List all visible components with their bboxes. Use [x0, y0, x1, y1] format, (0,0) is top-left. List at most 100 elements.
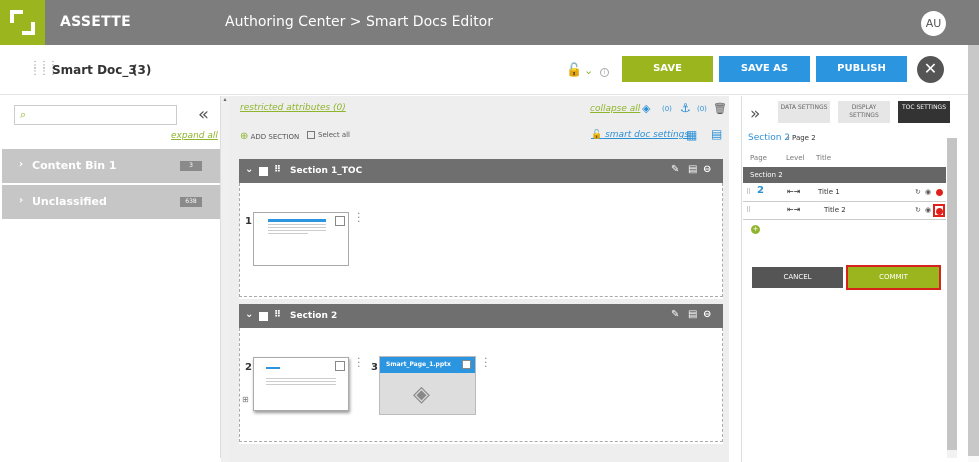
- more-icon[interactable]: · · ·: [357, 353, 361, 372]
- search-input[interactable]: ⌕: [14, 105, 177, 125]
- refresh-icon[interactable]: ↻: [915, 188, 921, 196]
- edit-icon[interactable]: ✎: [671, 309, 679, 320]
- preview-icon[interactable]: ▦: [686, 128, 697, 142]
- grip-icon: ⋮⋮⋮⋮⋮⋮: [30, 61, 58, 77]
- breadcrumb: Authoring Center > Smart Docs Editor: [225, 14, 494, 30]
- tab-display-settings[interactable]: DISPLAY SETTINGS: [838, 101, 890, 123]
- bin-content-bin-1[interactable]: › Content Bin 1 3: [2, 149, 220, 183]
- add-row-icon[interactable]: +: [751, 225, 760, 234]
- document-icon[interactable]: ▤: [688, 164, 697, 175]
- remove-icon[interactable]: [936, 189, 943, 196]
- section-checkbox[interactable]: [259, 167, 268, 176]
- tab-toc-settings[interactable]: TOC SETTINGS: [898, 101, 950, 123]
- toc-row[interactable]: ⠿ 2 ⇤⇥ Title 1 ↻ ◉: [743, 184, 946, 202]
- drag-handle-icon[interactable]: ⠿: [274, 165, 281, 175]
- info-icon[interactable]: i: [600, 68, 609, 77]
- visibility-icon[interactable]: ◈: [642, 102, 650, 115]
- chevron-down-icon[interactable]: ⌄: [584, 64, 593, 77]
- toc-title[interactable]: Title 2: [824, 206, 846, 214]
- more-icon[interactable]: · · ·: [357, 208, 361, 227]
- remove-icon[interactable]: ⊖: [703, 309, 711, 320]
- close-button[interactable]: ✕: [917, 56, 944, 83]
- more-icon[interactable]: · · ·: [484, 353, 488, 372]
- bin-count-badge: 3: [180, 161, 202, 171]
- breadcrumb-current: › Page 2: [787, 134, 816, 142]
- section-title: Section 1_TOC: [290, 166, 363, 176]
- toc-row[interactable]: ⠿ ⇤⇥ Title 2 ↻ ◉: [743, 202, 946, 220]
- document-page-count: (3): [132, 63, 152, 77]
- select-all-checkbox[interactable]: Select all: [307, 131, 350, 139]
- expand-panel-icon[interactable]: »: [750, 104, 760, 124]
- page-number: 1: [245, 216, 252, 227]
- column-header-page: Page: [750, 154, 767, 162]
- expand-all-link[interactable]: expand all: [171, 131, 218, 141]
- smart-doc-settings-link[interactable]: 🔓 smart doc settings: [591, 130, 689, 140]
- chevron-down-icon[interactable]: ⌄: [245, 164, 253, 175]
- page-checkbox[interactable]: [462, 360, 471, 369]
- remove-row-highlight[interactable]: [933, 204, 945, 217]
- refresh-icon[interactable]: ↻: [915, 206, 921, 214]
- plus-icon: ⊕: [240, 131, 249, 142]
- page-scrollbar[interactable]: [968, 45, 979, 462]
- smart-page-name: Smart_Page_1.pptx: [380, 357, 475, 373]
- avatar[interactable]: AU: [921, 11, 946, 36]
- toc-page-number: 2: [757, 185, 764, 196]
- bin-count-badge: 638: [180, 197, 202, 207]
- chevron-down-icon[interactable]: ⌄: [245, 309, 253, 320]
- section-checkbox[interactable]: [259, 312, 268, 321]
- visibility-count: (0): [662, 105, 672, 113]
- right-scrollbar[interactable]: [947, 138, 957, 458]
- page-number: 3: [371, 362, 378, 373]
- search-icon: ⌕: [20, 108, 27, 121]
- bin-label: Content Bin 1: [32, 159, 117, 172]
- smart-page-card[interactable]: Smart_Page_1.pptx ◈: [379, 356, 476, 415]
- page-checkbox[interactable]: [335, 216, 345, 226]
- indent-level-icon[interactable]: ⇤⇥: [787, 187, 800, 196]
- save-button[interactable]: SAVE: [622, 56, 713, 82]
- remove-icon[interactable]: ⊖: [703, 164, 711, 175]
- document-title: Smart Doc_3: [52, 63, 137, 77]
- brand-name: ASSETTE: [60, 14, 132, 30]
- collapse-all-link[interactable]: collapse all: [590, 104, 640, 114]
- column-header-level: Level: [786, 154, 805, 162]
- chevron-right-icon: ›: [19, 159, 24, 170]
- section-header: ⌄ ⠿ Section 2 ✎ ▤ ⊖: [239, 304, 723, 328]
- unlock-icon: 🔓: [591, 130, 603, 140]
- remove-icon[interactable]: [936, 208, 943, 215]
- drag-handle-icon[interactable]: ⠿: [274, 310, 281, 320]
- eye-icon[interactable]: ◉: [925, 188, 931, 196]
- breadcrumb-section-link[interactable]: Section 2: [748, 133, 790, 143]
- left-scrollbar[interactable]: ▴: [221, 96, 229, 462]
- edit-icon[interactable]: ✎: [671, 164, 679, 175]
- restricted-attributes-link[interactable]: restricted attributes (0): [240, 103, 346, 113]
- document-icon[interactable]: ▤: [711, 127, 722, 141]
- eye-icon[interactable]: ◉: [925, 206, 931, 214]
- anchor-icon[interactable]: ⚓: [680, 101, 691, 115]
- tab-data-settings[interactable]: DATA SETTINGS: [778, 101, 830, 123]
- section-header: ⌄ ⠿ Section 1_TOC ✎ ▤ ⊖: [239, 159, 723, 183]
- page-checkbox[interactable]: [335, 361, 345, 371]
- drag-handle-icon[interactable]: ⠿: [746, 206, 751, 214]
- bin-unclassified[interactable]: › Unclassified 638: [2, 185, 220, 219]
- indent-level-icon[interactable]: ⇤⇥: [787, 205, 800, 214]
- trash-icon[interactable]: 🗑: [713, 102, 727, 115]
- drag-handle-icon[interactable]: ⠿: [746, 188, 751, 196]
- page-thumbnail[interactable]: [253, 357, 349, 411]
- bin-label: Unclassified: [32, 195, 107, 208]
- unlock-icon[interactable]: 🔓: [566, 63, 582, 78]
- link-icon[interactable]: ⊞: [242, 395, 249, 404]
- cancel-button[interactable]: CANCEL: [752, 267, 843, 288]
- publish-button[interactable]: PUBLISH: [816, 56, 907, 82]
- toc-title[interactable]: Title 1: [818, 188, 840, 196]
- chevron-right-icon: ›: [19, 195, 24, 206]
- collapse-panel-icon[interactable]: «: [198, 104, 209, 125]
- add-section-button[interactable]: ⊕ ADD SECTION: [240, 131, 299, 142]
- column-header-title: Title: [816, 154, 832, 162]
- layers-icon: ◈: [413, 382, 430, 407]
- toc-section-row: Section 2: [743, 167, 946, 183]
- logo-icon[interactable]: [0, 0, 45, 45]
- save-as-button[interactable]: SAVE AS: [719, 56, 810, 82]
- page-thumbnail[interactable]: [253, 212, 349, 266]
- document-icon[interactable]: ▤: [688, 309, 697, 320]
- commit-button[interactable]: COMMIT: [846, 265, 941, 290]
